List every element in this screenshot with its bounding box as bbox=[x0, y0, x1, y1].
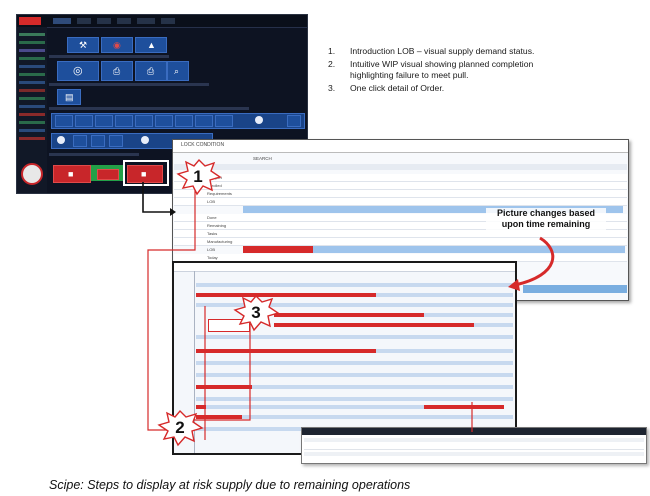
callout-number: 1 bbox=[193, 167, 203, 186]
figure-caption: Scipe: Steps to display at risk supply d… bbox=[49, 478, 411, 492]
time-remaining-note: Picture changes based upon time remainin… bbox=[486, 208, 606, 230]
callout-number: 2 bbox=[175, 418, 185, 437]
curved-arrow bbox=[514, 236, 555, 287]
arrow-head bbox=[170, 208, 176, 216]
connector-line-red bbox=[190, 324, 251, 421]
arrow-head bbox=[508, 279, 520, 291]
connector-overlay bbox=[142, 158, 555, 447]
connector-line-red bbox=[147, 190, 196, 431]
callout-number: 3 bbox=[251, 303, 261, 322]
connector-line bbox=[142, 182, 170, 213]
note-line: upon time remaining bbox=[501, 219, 591, 229]
note-line: Picture changes based bbox=[496, 208, 596, 218]
